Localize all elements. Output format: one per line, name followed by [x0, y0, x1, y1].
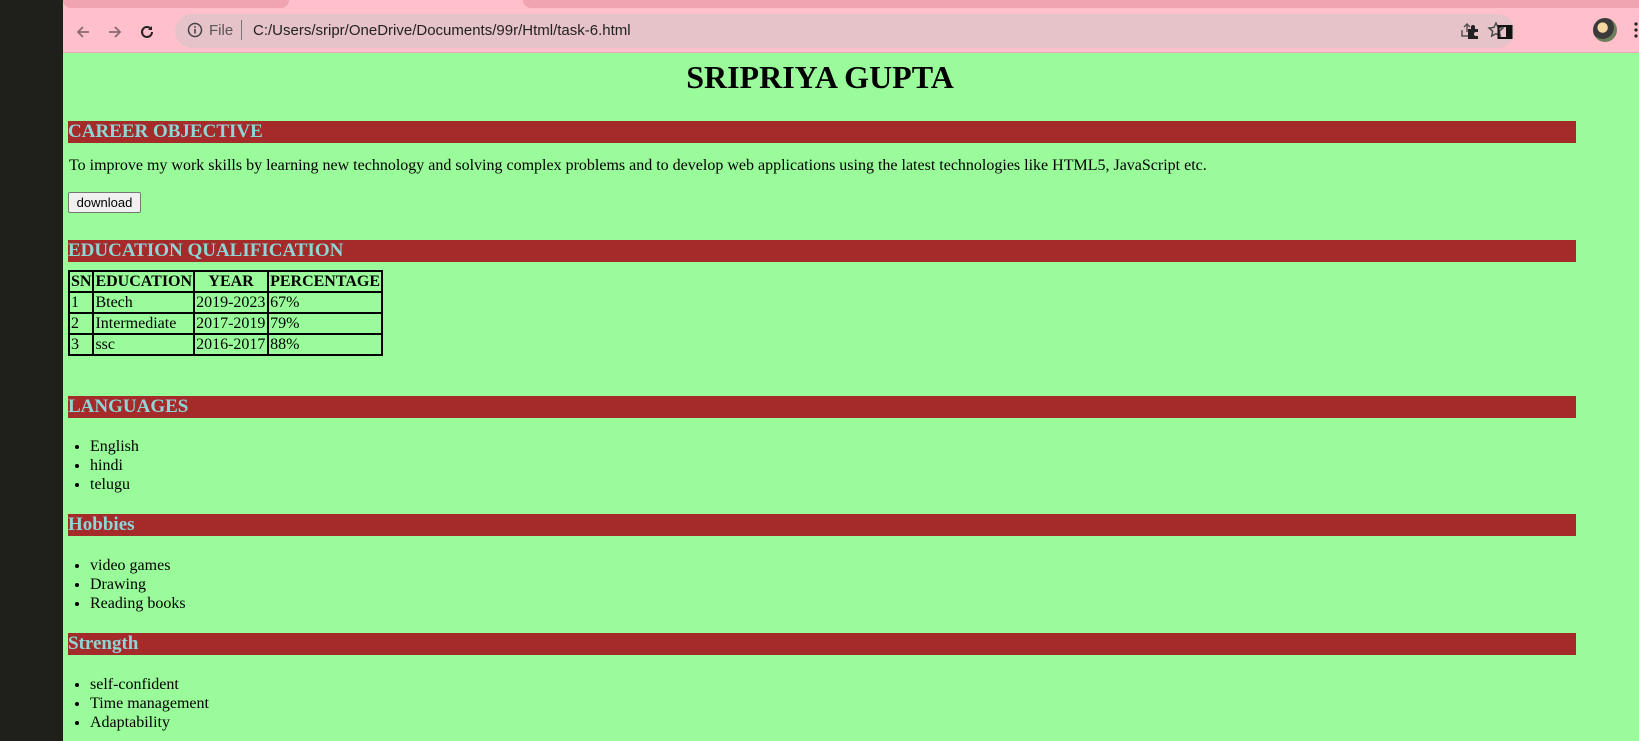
table-row: 3 ssc 2016-2017 88%	[67, 333, 383, 356]
page-title: SRIPRIYA GUPTA	[686, 59, 954, 95]
address-bar[interactable]: File C:/Users/sripr/OneDrive/Documents/9…	[175, 14, 1515, 48]
table-cell: 2017-2019	[193, 312, 270, 335]
divider	[241, 20, 242, 40]
url-text[interactable]: C:/Users/sripr/OneDrive/Documents/99r/Ht…	[253, 22, 631, 39]
table-header-row: SN EDUCATION YEAR PERCENTAGE	[67, 270, 383, 293]
list-item: telugu	[90, 475, 139, 494]
list-item: English	[90, 437, 139, 456]
table-cell: 79%	[267, 312, 383, 335]
table-cell: Intermediate	[92, 312, 196, 335]
side-panel-icon[interactable]	[1493, 20, 1517, 44]
education-heading: EDUCATION QUALIFICATION	[68, 240, 1576, 262]
table-row: 1 Btech 2019-2023 67%	[67, 291, 383, 314]
avatar[interactable]	[1593, 18, 1617, 42]
list-item: hindi	[90, 456, 139, 475]
column-header-percentage: PERCENTAGE	[267, 270, 383, 293]
menu-icon[interactable]	[1633, 20, 1639, 40]
education-table: SN EDUCATION YEAR PERCENTAGE 1 Btech 201…	[67, 270, 383, 356]
extensions-icon[interactable]	[1461, 20, 1485, 44]
languages-list: English hindi telugu	[68, 437, 139, 494]
tab-strip	[63, 0, 1639, 12]
tab[interactable]	[63, 0, 289, 8]
list-item: Drawing	[90, 575, 186, 594]
table-cell: 88%	[267, 333, 383, 356]
table-cell: 2019-2023	[193, 291, 270, 314]
column-header-sn: SN	[67, 270, 95, 293]
back-icon[interactable]	[71, 20, 95, 44]
table-cell: 2016-2017	[193, 333, 270, 356]
table-cell: 2	[67, 312, 95, 335]
table-row: 2 Intermediate 2017-2019 79%	[67, 312, 383, 335]
career-objective-text: To improve my work skills by learning ne…	[69, 157, 1207, 174]
column-header-education: EDUCATION	[92, 270, 196, 293]
scheme-label: File	[209, 22, 234, 39]
table-cell: ssc	[92, 333, 196, 356]
info-icon[interactable]	[187, 22, 203, 42]
table-cell: 67%	[267, 291, 383, 314]
hobbies-heading: Hobbies	[68, 514, 1576, 536]
browser-window: File C:/Users/sripr/OneDrive/Documents/9…	[63, 0, 1639, 741]
table-cell: 3	[67, 333, 95, 356]
strength-heading: Strength	[68, 633, 1576, 655]
hobbies-list: video games Drawing Reading books	[68, 556, 186, 613]
list-item: video games	[90, 556, 186, 575]
list-item: Adaptability	[90, 713, 209, 732]
languages-heading: LANGUAGES	[68, 396, 1576, 418]
browser-toolbar: File C:/Users/sripr/OneDrive/Documents/9…	[63, 12, 1639, 53]
career-objective-heading: CAREER OBJECTIVE	[68, 121, 1576, 143]
column-header-year: YEAR	[193, 270, 270, 293]
strength-list: self-confident Time management Adaptabil…	[68, 675, 209, 732]
reload-icon[interactable]	[135, 20, 159, 44]
table-cell: 1	[67, 291, 95, 314]
forward-icon[interactable]	[103, 20, 127, 44]
tab[interactable]	[523, 0, 1639, 8]
list-item: Reading books	[90, 594, 186, 613]
download-button[interactable]: download	[68, 192, 141, 213]
list-item: self-confident	[90, 675, 209, 694]
list-item: Time management	[90, 694, 209, 713]
table-cell: Btech	[92, 291, 196, 314]
